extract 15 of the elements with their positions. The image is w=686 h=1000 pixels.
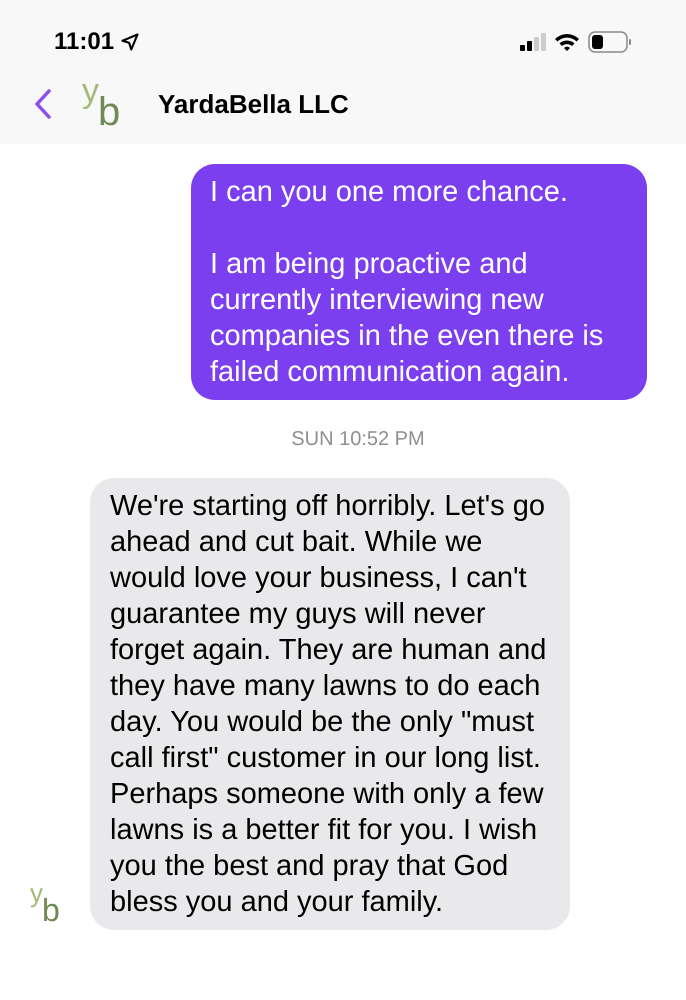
message-timestamp: SUN 10:52 PM (291, 427, 425, 452)
battery-icon (588, 31, 632, 53)
wifi-icon (554, 32, 580, 52)
logo-letter: y (30, 880, 43, 906)
signal-icon (520, 33, 546, 51)
logo-letter: y (82, 74, 99, 108)
contact-name: YardaBella LLC (158, 88, 349, 120)
status-time: 11:01 (54, 27, 114, 57)
logo-letter: b (42, 894, 60, 926)
message-text: I am being proactive and currently interviewing new companies in the even there is failed communication again. (210, 247, 604, 390)
back-chevron-icon (34, 88, 52, 120)
message-text: We're starting off horribly. Let's go ahead and cut bait. While we would love your business, I can't guarantee my guys will never forget again. They are human and they have many lawns to do each day. You would be the only "must call first" customer in our long list. Perhaps someone with only a few lawns is a better fit for you. I wish you the best and pray that God bless you and your family. (110, 489, 548, 920)
location-arrow-icon (120, 32, 140, 52)
message-text: I can you one more chance. (210, 175, 569, 210)
logo-letter: b (98, 92, 120, 132)
